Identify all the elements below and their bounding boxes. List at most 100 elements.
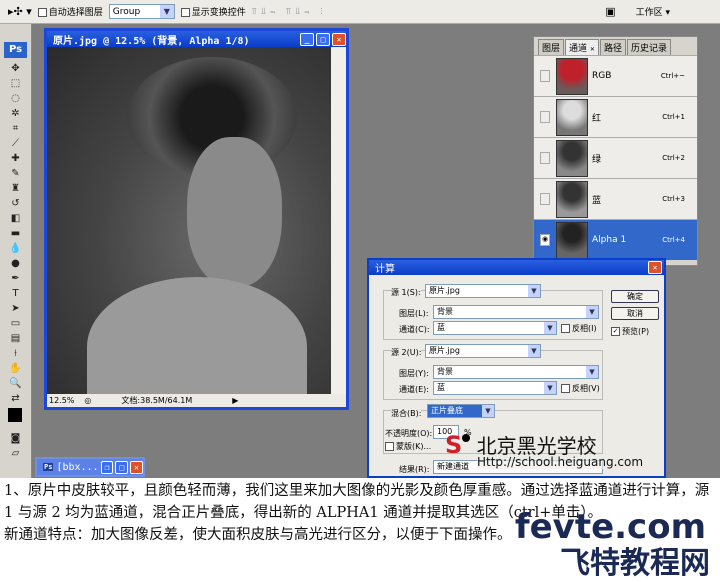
eraser-icon[interactable]: ◧ <box>6 212 26 226</box>
visibility-toggle[interactable] <box>540 70 550 82</box>
channel-row-green[interactable]: 绿 Ctrl+2 <box>534 137 697 178</box>
channel-shortcut: Ctrl+4 <box>662 236 685 244</box>
status-bar: 12.5% ◎ 文档:38.5M/64.1M ▶ <box>47 394 346 407</box>
blend-select[interactable]: 正片叠底 ▼ <box>427 404 495 418</box>
minimized-document[interactable]: Ps [bbx... ❐ □ ✕ <box>35 457 145 477</box>
channel-thumbnail <box>556 139 588 177</box>
channel1-select[interactable]: 蓝 ▼ <box>433 321 557 335</box>
stamp-tool-icon[interactable]: ♜ <box>6 182 26 196</box>
channel-shortcut: Ctrl+2 <box>662 154 685 162</box>
visibility-toggle[interactable] <box>540 152 550 164</box>
crop-tool-icon[interactable]: ⌗ <box>6 122 26 136</box>
blur-tool-icon[interactable]: 💧 <box>6 242 26 256</box>
zoom-tool-icon[interactable]: 🔍 <box>6 377 26 391</box>
bridge-icon[interactable]: ▣ <box>605 5 615 18</box>
document-title: 原片.jpg @ 12.5% (背景, Alpha 1/8) <box>53 35 250 47</box>
path-select-icon[interactable]: ➤ <box>6 302 26 316</box>
document-titlebar[interactable]: 原片.jpg @ 12.5% (背景, Alpha 1/8) _ □ ✕ <box>47 31 346 47</box>
zoom-level[interactable]: 12.5% <box>49 396 74 405</box>
swap-colors-icon[interactable]: ⇄ <box>6 392 26 406</box>
maximize-button[interactable]: □ <box>115 460 129 474</box>
channel-name: RGB <box>592 71 612 81</box>
layer1-label: 图层(L): <box>399 309 429 318</box>
notes-tool-icon[interactable]: ▤ <box>6 332 26 346</box>
status-arrow-icon[interactable]: ▶ <box>232 396 238 405</box>
source2-select[interactable]: 原片.jpg ▼ <box>425 344 541 358</box>
close-button[interactable]: ✕ <box>332 32 346 46</box>
channel-shortcut: Ctrl+1 <box>662 113 685 121</box>
quick-mask-icon[interactable]: ◙ <box>6 432 26 446</box>
channel-row-alpha1[interactable]: ◉ Alpha 1 Ctrl+4 <box>534 219 697 260</box>
pen-tool-icon[interactable]: ✒ <box>6 272 26 286</box>
show-transform-checkbox[interactable]: 显示变换控件 <box>180 5 246 18</box>
layer1-select[interactable]: 背景 ▼ <box>433 305 599 319</box>
slice-tool-icon[interactable]: ⟋ <box>6 137 26 151</box>
channel2-select[interactable]: 蓝 ▼ <box>433 381 557 395</box>
visibility-toggle[interactable] <box>540 193 550 205</box>
close-icon[interactable]: ✕ <box>590 46 595 53</box>
magic-wand-icon[interactable]: ✲ <box>6 107 26 121</box>
workspace-menu[interactable]: 工作区 ▾ <box>636 5 670 18</box>
auto-select-dropdown[interactable]: Group ▼ <box>108 4 175 19</box>
show-transform-label: 显示变换控件 <box>191 8 246 18</box>
channel-row-blue[interactable]: 蓝 Ctrl+3 <box>534 178 697 219</box>
invert1-checkbox[interactable]: 反相(I) <box>561 323 597 334</box>
tab-layers[interactable]: 图层 <box>538 39 565 55</box>
eyedropper-icon[interactable]: ⟊ <box>6 347 26 361</box>
result-label: 结果(R): <box>399 465 430 474</box>
brush-tool-icon[interactable]: ✎ <box>6 167 26 181</box>
healing-brush-icon[interactable]: ✚ <box>6 152 26 166</box>
visibility-toggle[interactable] <box>540 111 550 123</box>
tab-paths[interactable]: 路径 <box>599 39 626 55</box>
tab-channels[interactable]: 通道 ✕ <box>565 39 599 55</box>
auto-select-checkbox[interactable]: 自动选择图层 <box>37 5 103 18</box>
invert2-checkbox[interactable]: 反相(V) <box>561 383 600 394</box>
gradient-tool-icon[interactable]: ▬ <box>6 227 26 241</box>
ps-doc-icon: Ps <box>43 463 54 471</box>
marquee-tool-icon[interactable]: ⬚ <box>6 77 26 91</box>
channel2-label: 通道(E): <box>399 385 429 394</box>
dodge-tool-icon[interactable]: ● <box>6 257 26 271</box>
minimize-button[interactable]: _ <box>300 32 314 46</box>
close-button[interactable]: ✕ <box>130 460 143 474</box>
channel-name: 蓝 <box>592 195 602 206</box>
restore-button[interactable]: ❐ <box>100 460 114 474</box>
shape-tool-icon[interactable]: ▭ <box>6 317 26 331</box>
align-icons[interactable]: ⫪⫫⫬ ⫪⫫⫬ ⫶ <box>252 7 327 17</box>
hand-tool-icon[interactable]: ✋ <box>6 362 26 376</box>
layer2-select[interactable]: 背景 ▼ <box>433 365 599 379</box>
chevron-down-icon: ▼ <box>528 345 540 357</box>
lasso-tool-icon[interactable]: ◌ <box>6 92 26 106</box>
type-tool-icon[interactable]: T <box>6 287 26 301</box>
select-value: 蓝 <box>437 383 445 392</box>
dialog-titlebar[interactable]: 计算 ✕ <box>369 260 664 275</box>
maximize-button[interactable]: □ <box>316 32 330 46</box>
tab-label: 通道 <box>569 44 588 54</box>
channel-thumbnail <box>556 57 588 95</box>
cancel-button[interactable]: 取消 <box>611 307 659 320</box>
doc-size: 文档:38.5M/64.1M <box>121 396 193 405</box>
school-logo-icon: S <box>445 431 463 459</box>
screen-mode-icon[interactable]: ▱ <box>6 447 26 461</box>
move-tool-icon[interactable]: ✥ <box>6 62 26 76</box>
chevron-down-icon: ▼ <box>544 322 556 334</box>
source1-select[interactable]: 原片.jpg ▼ <box>425 284 541 298</box>
mask-checkbox[interactable]: 蒙版(K)... <box>385 441 431 452</box>
tab-history[interactable]: 历史记录 <box>626 39 671 55</box>
chevron-down-icon: ▼ <box>586 366 598 378</box>
close-button[interactable]: ✕ <box>648 261 662 274</box>
channel-row-rgb[interactable]: RGB Ctrl+~ <box>534 55 697 96</box>
history-brush-icon[interactable]: ↺ <box>6 197 26 211</box>
chevron-down-icon: ▼ <box>586 306 598 318</box>
vertical-scrollbar[interactable] <box>331 47 346 397</box>
foreground-color-swatch[interactable] <box>8 408 22 422</box>
channel-row-red[interactable]: 红 Ctrl+1 <box>534 96 697 137</box>
chevron-down-icon: ▼ <box>528 285 540 297</box>
site-watermark-cn: 飞特教程网 <box>560 546 710 581</box>
preview-checkbox[interactable]: ✓ 预览(P) <box>611 326 649 337</box>
ok-button[interactable]: 确定 <box>611 290 659 303</box>
move-tool-icon[interactable]: ▸✣ ▾ <box>8 5 32 18</box>
status-menu-icon[interactable]: ◎ <box>84 396 91 405</box>
canvas-photo[interactable] <box>47 47 331 397</box>
eye-icon[interactable]: ◉ <box>540 234 550 246</box>
